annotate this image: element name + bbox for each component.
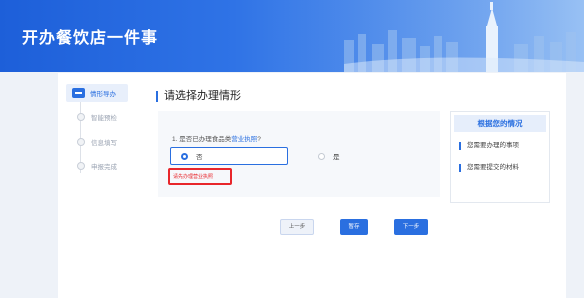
city-skyline-image: [284, 0, 584, 72]
warning-box: 请先办理营业执照: [168, 168, 232, 185]
step-label: 申报完成: [91, 164, 117, 171]
step-label: 信息填写: [91, 140, 117, 147]
section-title: 请选择办理情形: [156, 91, 241, 102]
question-text: 1. 是否已办理食品类营业执照?: [172, 133, 261, 143]
step-dot-icon: [77, 162, 85, 170]
step-item-3[interactable]: 信息填写: [68, 135, 117, 149]
info-item-matters[interactable]: 您需要办理的事项: [459, 142, 519, 150]
next-step-button[interactable]: 下一步: [394, 219, 428, 235]
step-dot-icon: [77, 138, 85, 146]
step-item-1[interactable]: 情形导办: [66, 84, 128, 102]
question-panel: 1. 是否已办理食品类营业执照? 否 是 请先办理营业执照: [158, 111, 440, 197]
warning-text: 请先办理营业执照: [173, 174, 214, 180]
option-no[interactable]: 否: [170, 147, 288, 165]
page-title: 开办餐饮店一件事: [22, 30, 159, 47]
step-sidebar: 情形导办 智能预检 信息填写 申报完成: [58, 73, 142, 298]
radio-unselected-icon[interactable]: [318, 152, 325, 160]
option-label: 是: [333, 154, 340, 161]
option-label: 否: [196, 154, 203, 161]
step-item-2[interactable]: 智能预检: [68, 110, 117, 124]
page-margin: [566, 72, 584, 298]
question-label: 1. 是否已办理食品类: [172, 136, 232, 143]
business-license-link[interactable]: 营业执照: [231, 136, 257, 143]
header-banner: 开办餐饮店一件事: [0, 0, 584, 72]
question-suffix: ?: [257, 136, 261, 143]
step-dot-icon: [77, 113, 85, 121]
step-label: 智能预检: [91, 115, 117, 122]
info-panel: 根据您的情况 您需要办理的事项 您需要提交的材料: [450, 111, 550, 203]
content-card: 情形导办 智能预检 信息填写 申报完成 请选择办理情形 1. 是否已办理食品类营…: [58, 73, 566, 298]
info-item-materials[interactable]: 您需要提交的材料: [459, 164, 519, 172]
monitor-icon: [72, 88, 85, 98]
step-item-4[interactable]: 申报完成: [68, 159, 117, 173]
radio-selected-icon[interactable]: [181, 152, 188, 160]
step-label: 情形导办: [90, 91, 116, 98]
prev-step-button[interactable]: 上一步: [280, 219, 314, 235]
save-draft-button[interactable]: 暂存: [340, 219, 368, 235]
info-panel-title: 根据您的情况: [454, 115, 546, 132]
option-yes[interactable]: 是: [308, 147, 426, 165]
